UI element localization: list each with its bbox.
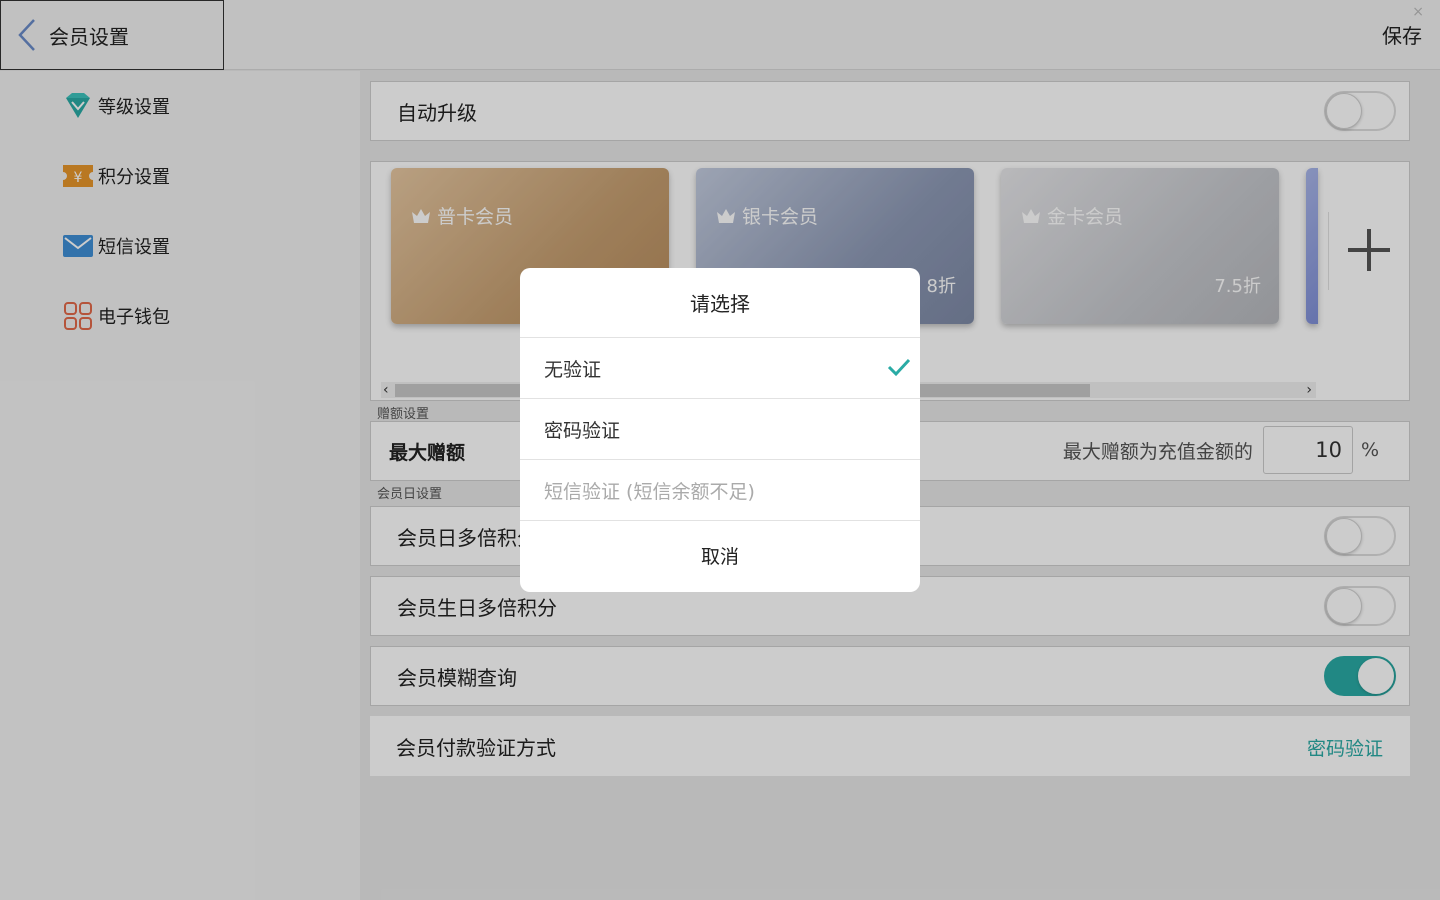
checkmark-icon (887, 358, 911, 377)
cancel-button[interactable]: 取消 (520, 521, 920, 591)
dialog-title: 请选择 (520, 268, 920, 338)
option-password-verify[interactable]: 密码验证 (520, 399, 920, 460)
select-dialog: 请选择 无验证 密码验证 短信验证 (短信余额不足) 取消 (520, 268, 920, 592)
option-label: 短信验证 (短信余额不足) (544, 480, 755, 503)
option-label: 无验证 (544, 358, 602, 381)
option-sms-verify: 短信验证 (短信余额不足) (520, 460, 920, 521)
option-no-verify[interactable]: 无验证 (520, 338, 920, 399)
option-label: 密码验证 (544, 419, 621, 442)
